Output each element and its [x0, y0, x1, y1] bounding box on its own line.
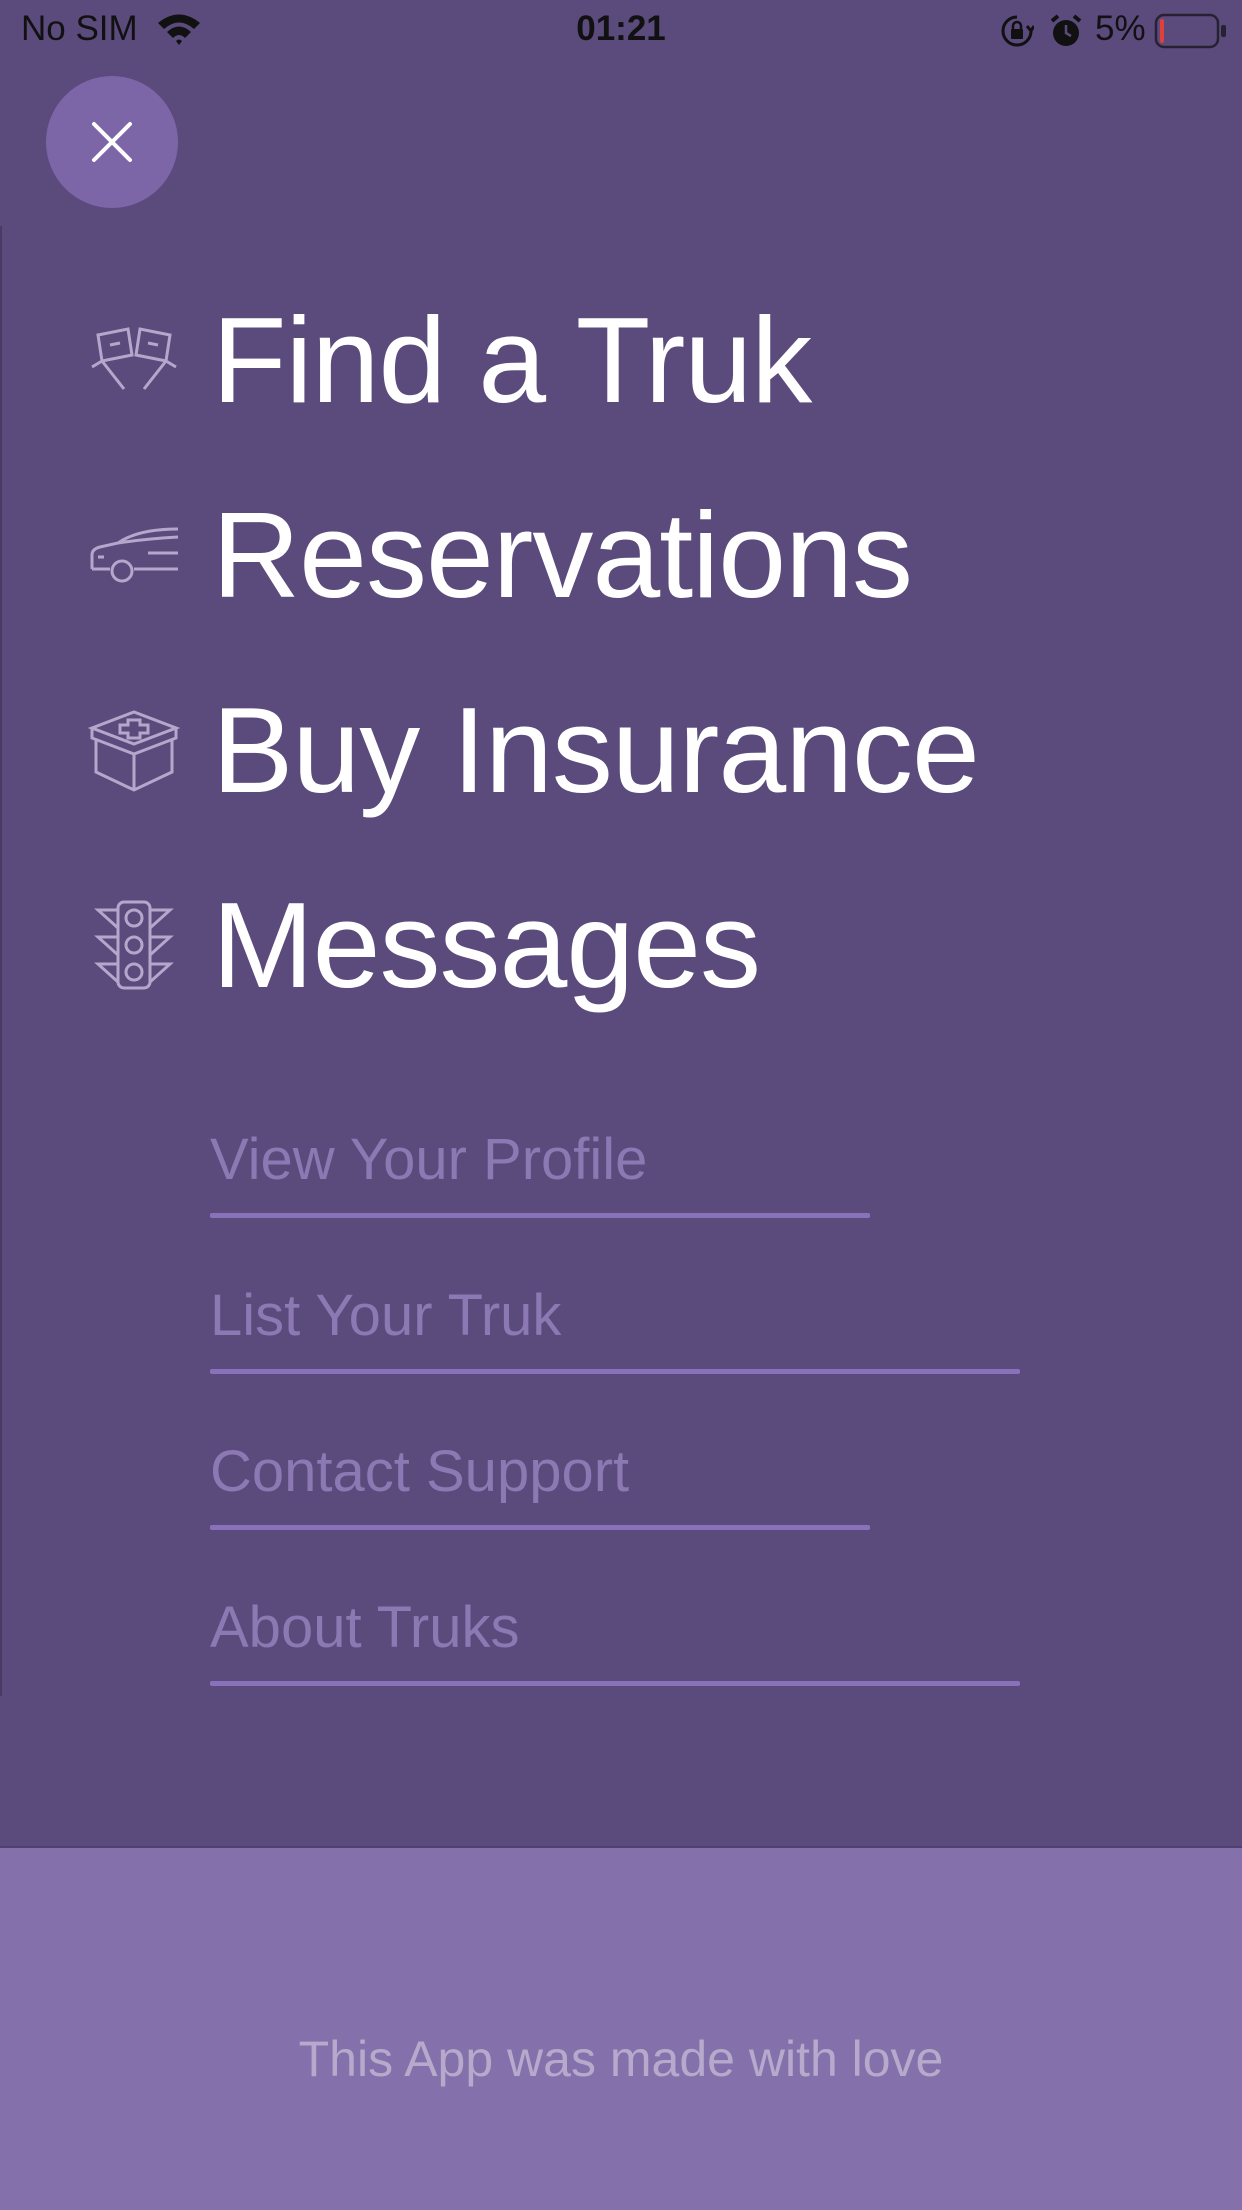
link-underline: [210, 1681, 1020, 1686]
menu-item-label: Messages: [212, 877, 761, 1013]
footer-text: This App was made with love: [298, 2031, 944, 2087]
link-underline: [210, 1213, 870, 1218]
flags-icon: [88, 314, 180, 406]
link-underline: [210, 1525, 870, 1530]
menu-item-find-a-truk[interactable]: Find a Truk: [88, 290, 1088, 430]
link-list-your-truk[interactable]: List Your Truk: [210, 1287, 1020, 1417]
drawer-edge-divider: [0, 226, 2, 1696]
traffic-light-icon: [88, 899, 180, 991]
link-label: About Truks: [210, 1595, 520, 1660]
link-contact-support[interactable]: Contact Support: [210, 1443, 870, 1573]
menu-item-label: Find a Truk: [212, 292, 812, 428]
link-view-your-profile[interactable]: View Your Profile: [210, 1131, 870, 1261]
car-icon: [88, 509, 180, 601]
menu-item-buy-insurance[interactable]: Buy Insurance: [88, 680, 1088, 820]
menu-item-label: Buy Insurance: [212, 682, 980, 818]
first-aid-box-icon: [88, 704, 180, 796]
link-label: Contact Support: [210, 1439, 630, 1504]
rotation-lock-icon: [1000, 14, 1036, 53]
alarm-icon: [1049, 13, 1083, 54]
menu-item-label: Reservations: [212, 487, 913, 623]
link-label: List Your Truk: [210, 1283, 562, 1348]
menu-item-reservations[interactable]: Reservations: [88, 485, 1088, 625]
battery-percent: 5%: [1095, 9, 1146, 48]
link-about-truks[interactable]: About Truks: [210, 1599, 1020, 1729]
menu-item-messages[interactable]: Messages: [88, 875, 1088, 1015]
close-button[interactable]: [46, 76, 178, 208]
link-label: View Your Profile: [210, 1127, 648, 1192]
close-icon: [92, 122, 132, 162]
footer: This App was made with love: [0, 1846, 1242, 2210]
link-underline: [210, 1369, 1020, 1374]
status-bar: No SIM 01:21 5%: [0, 0, 1242, 62]
battery-icon: [1154, 13, 1228, 54]
